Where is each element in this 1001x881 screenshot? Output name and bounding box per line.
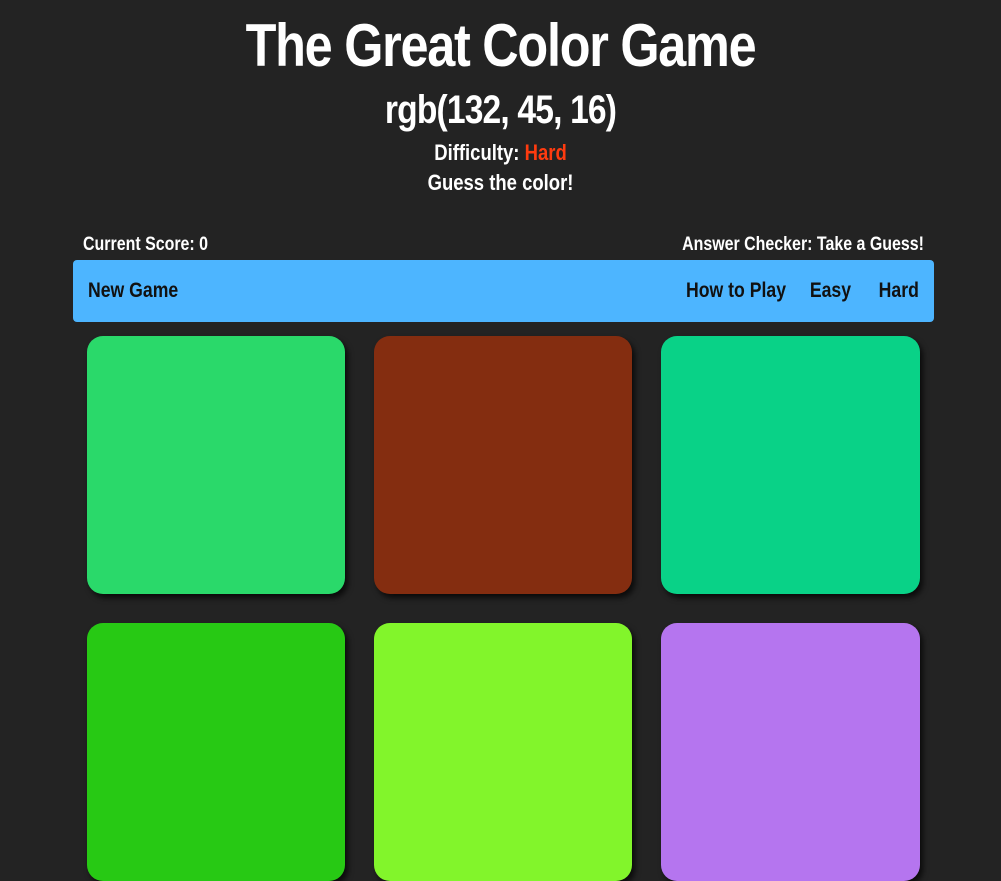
game-header: The Great Color Game rgb(132, 45, 16) Di…: [0, 0, 1001, 210]
color-square[interactable]: [374, 623, 632, 881]
difficulty-value: Hard: [524, 140, 567, 165]
hard-mode-button[interactable]: Hard: [879, 260, 919, 322]
color-square[interactable]: [87, 336, 345, 594]
color-square[interactable]: [661, 336, 920, 594]
new-game-button[interactable]: New Game: [88, 260, 178, 322]
navbar: New Game How to Play Easy Hard: [73, 260, 934, 322]
answer-checker: Answer Checker: Take a Guess!: [682, 234, 924, 255]
current-score: Current Score: 0: [83, 234, 209, 255]
page-title: The Great Color Game: [245, 12, 757, 79]
difficulty-label: Difficulty:: [434, 140, 520, 165]
game-message: Guess the color!: [427, 170, 574, 195]
target-color-display: rgb(132, 45, 16): [384, 88, 617, 132]
easy-mode-button[interactable]: Easy: [810, 260, 851, 322]
status-row: Current Score: 0 Answer Checker: Take a …: [0, 232, 1001, 260]
color-square[interactable]: [87, 623, 345, 881]
difficulty-indicator: Difficulty: Hard: [80, 138, 921, 168]
how-to-play-button[interactable]: How to Play: [686, 260, 786, 322]
color-square[interactable]: [661, 623, 920, 881]
color-square[interactable]: [374, 336, 632, 594]
